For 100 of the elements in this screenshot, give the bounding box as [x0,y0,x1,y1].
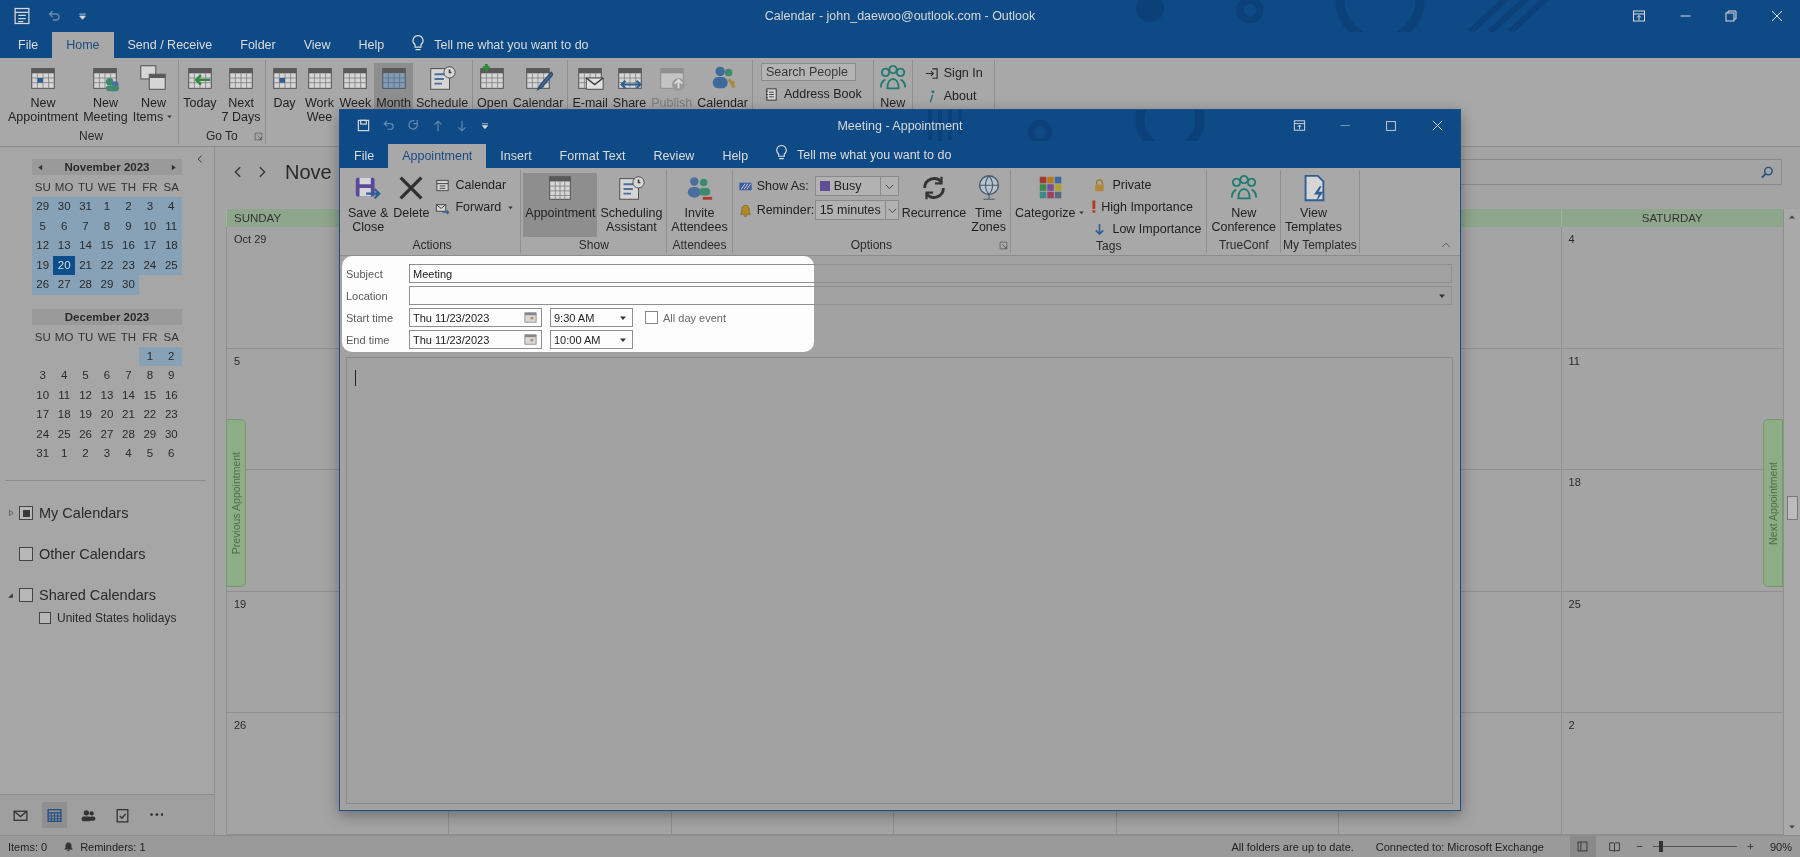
dropdown-field[interactable]: 15 minutes [814,200,899,220]
ribbon-button[interactable]: Time Zones [969,173,1008,237]
ribbon-button[interactable]: Appointment [523,173,598,237]
ribbon-button[interactable]: New Items [130,63,177,128]
ribbon-tab[interactable]: Review [639,144,709,168]
calendar-day[interactable]: 31 [32,444,54,464]
checkbox[interactable] [645,311,658,324]
calendar-day[interactable]: 16 [117,236,140,256]
calendar-day[interactable]: 30 [53,197,75,217]
ribbon-button[interactable]: About [920,86,986,106]
calendar-day[interactable]: 31 [74,197,97,217]
ribbon-button[interactable]: New Conference [1209,173,1279,237]
calendar-icon[interactable] [12,6,32,26]
calendar-day[interactable]: 25 [53,424,75,444]
calendar-day[interactable]: 9 [160,366,182,386]
checkbox[interactable] [39,611,51,624]
calendar-day[interactable]: 3 [32,366,54,386]
ribbon-button[interactable]: Private [1089,175,1205,195]
calendar-day[interactable]: 12 [32,236,54,256]
calendar-day[interactable]: 3 [139,197,161,217]
checkbox[interactable] [19,506,33,520]
date-picker-icon[interactable] [523,310,538,325]
dropdown-field[interactable]: Busy [814,176,899,196]
calendar-day[interactable]: 27 [96,424,118,444]
calendar-day[interactable]: 20 [96,405,118,425]
ribbon-button[interactable]: Delete [391,173,432,237]
zoom-thumb[interactable] [1659,841,1664,852]
launcher-icon[interactable] [253,132,263,141]
checkbox[interactable] [19,588,33,602]
calendar-day[interactable]: 5 [139,444,161,464]
ribbon-tab[interactable]: Insert [486,144,546,168]
date-field[interactable]: Thu 11/23/2023 [409,330,542,349]
ribbon-tab[interactable]: Folder [226,32,290,58]
calendar-day[interactable]: 12 [74,385,97,405]
calendar-day[interactable]: 18 [53,405,75,425]
down-arrow-icon[interactable] [455,118,469,133]
calendar-day[interactable]: 1 [53,444,75,464]
ribbon-button[interactable]: View Templates [1283,173,1344,237]
subject-field[interactable]: Meeting [409,264,1452,283]
calendar-day[interactable]: 30 [160,424,182,444]
calendar-day[interactable]: 26 [32,275,54,295]
calendar-day[interactable]: 13 [53,236,75,256]
calendar-day[interactable]: 5 [74,366,97,386]
calendar-day[interactable]: 18 [160,236,182,256]
triangle-right-icon[interactable] [169,162,178,172]
scrollbar[interactable] [1783,209,1800,835]
address-book-button[interactable]: Address Book [760,84,865,104]
calendar-day[interactable]: 22 [139,405,161,425]
ribbon-button[interactable]: Invite Attendees [669,173,730,237]
calendar-day[interactable]: 29 [32,197,54,217]
ribbon-button[interactable]: Scheduling Assistant [598,173,665,237]
ribbon-button[interactable]: Categorize [1013,173,1089,239]
scroll-thumb[interactable] [1786,496,1798,520]
ribbon-button[interactable]: Calendar [432,175,519,195]
calendar-day[interactable]: 15 [139,385,161,405]
calendar-day[interactable]: 24 [32,424,54,444]
calendar-day[interactable]: 30 [117,275,140,295]
calendar-day[interactable]: 14 [74,236,97,256]
ribbon-button[interactable]: Work Wee [302,63,337,128]
notes-field[interactable] [346,357,1453,804]
ribbon-button[interactable]: New Meeting [81,63,130,128]
ribbon-tab[interactable]: Appointment [388,144,487,168]
calendar-day[interactable]: 29 [96,275,118,295]
ribbon-tab[interactable]: Help [708,144,763,168]
folder-label[interactable]: Other Calendars [39,546,146,562]
calendar-day[interactable]: 1 [139,346,161,366]
calendar-day[interactable]: 4 [160,197,182,217]
calendar-day[interactable]: 29 [139,424,161,444]
chevron-left-icon[interactable] [195,154,205,164]
view-button[interactable] [1569,836,1596,857]
tell-me-search[interactable]: Tell me what you want to do [434,38,589,52]
calendar-day[interactable]: 27 [53,275,75,295]
ribbon-tab[interactable]: View [289,32,345,58]
reminders-count[interactable]: Reminders: 1 [80,840,146,853]
ribbon-button[interactable]: Forward [432,197,519,217]
calendar-day[interactable]: 17 [139,236,161,256]
ribbon-button[interactable]: Recurrence [899,173,969,237]
calendar-day[interactable]: 3 [96,444,118,464]
folder-label[interactable]: My Calendars [39,505,129,521]
calendar-day[interactable]: 8 [139,366,161,386]
ribbon-button[interactable]: Sign In [920,63,986,83]
ribbon-tab[interactable]: Send / Receive [113,32,227,58]
calendar-day[interactable]: 17 [32,405,54,425]
date-field[interactable]: Thu 11/23/2023 [409,308,542,327]
ribbon-button[interactable]: Low Importance [1089,219,1205,239]
nav-button[interactable] [42,802,67,828]
calendar-day[interactable]: 6 [96,366,118,386]
search-people-field[interactable]: Search People [760,63,856,81]
ribbon-button[interactable]: Save & Close [346,173,391,237]
ribbon-button[interactable]: Day [267,63,302,128]
calendar-day[interactable]: 21 [117,405,140,425]
calendar-day[interactable]: 23 [160,405,182,425]
calendar-day[interactable]: 2 [74,444,97,464]
calendar-day[interactable]: 1 [96,197,118,217]
ribbon-tab[interactable]: File [4,32,53,58]
calendar-day[interactable]: 11 [53,385,75,405]
calendar-day[interactable]: 14 [117,385,140,405]
calendar-label[interactable]: United States holidays [57,610,177,625]
ribbon-tab[interactable]: Help [344,32,399,58]
undo-icon[interactable] [381,118,396,133]
